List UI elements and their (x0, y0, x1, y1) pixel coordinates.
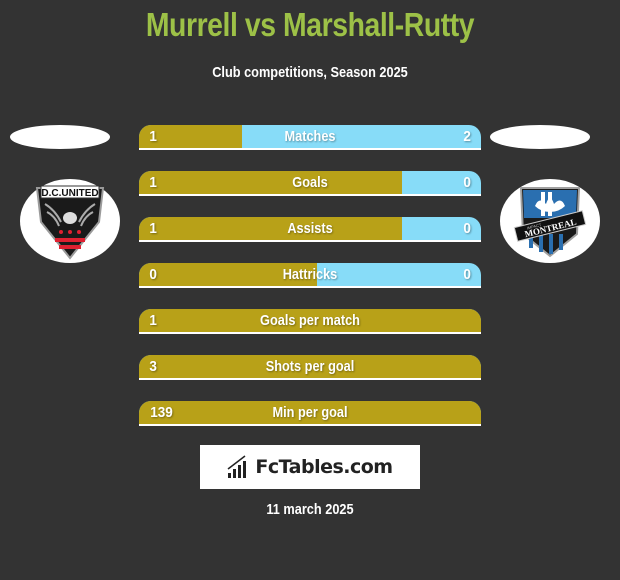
stat-label: Goals per match (260, 312, 360, 329)
fctables-logo[interactable]: FcTables.com (200, 445, 420, 489)
left-value: 1 (149, 174, 157, 191)
brand-name: FcTables.com (255, 456, 393, 478)
stat-row-goals-per-match: 1 Goals per match (139, 309, 481, 334)
stat-label: Shots per goal (265, 358, 355, 375)
stat-label: Min per goal (272, 404, 348, 421)
right-value: 0 (463, 174, 471, 191)
left-value: 1 (149, 312, 157, 329)
left-value: 0 (149, 266, 157, 283)
stat-label: Matches (284, 128, 336, 145)
right-value: 0 (463, 220, 471, 237)
stat-row-hattricks: 0 Hattricks 0 (139, 263, 481, 288)
page-title: Murrell vs Marshall-Rutty (145, 6, 475, 43)
left-value: 3 (149, 358, 157, 375)
left-badge-text: D.C.UNITED (41, 188, 98, 199)
left-player-placeholder (10, 125, 110, 149)
match-date: 11 march 2025 (266, 501, 354, 518)
right-team-badge[interactable]: IMPACT MONTREAL (500, 179, 600, 263)
stat-label: Goals (292, 174, 328, 191)
bar-chart-icon (227, 455, 247, 478)
left-team-badge[interactable]: D.C.UNITED (20, 179, 120, 263)
right-player-placeholder (490, 125, 590, 149)
impact-montreal-crest-icon: IMPACT MONTREAL (513, 187, 587, 258)
right-value: 0 (463, 266, 471, 283)
right-value: 2 (463, 128, 471, 145)
dc-united-crest-icon: D.C.UNITED (35, 185, 105, 260)
stat-row-min-per-goal: 139 Min per goal (139, 401, 481, 426)
left-value: 1 (149, 220, 157, 237)
left-value: 1 (149, 128, 157, 145)
stat-label: Hattricks (282, 266, 338, 283)
stat-row-assists: 1 Assists 0 (139, 217, 481, 242)
stat-row-matches: 1 Matches 2 (139, 125, 481, 150)
stat-row-shots-per-goal: 3 Shots per goal (139, 355, 481, 380)
stat-row-goals: 1 Goals 0 (139, 171, 481, 196)
stat-label: Assists (287, 220, 333, 237)
page-subtitle: Club competitions, Season 2025 (212, 64, 408, 81)
